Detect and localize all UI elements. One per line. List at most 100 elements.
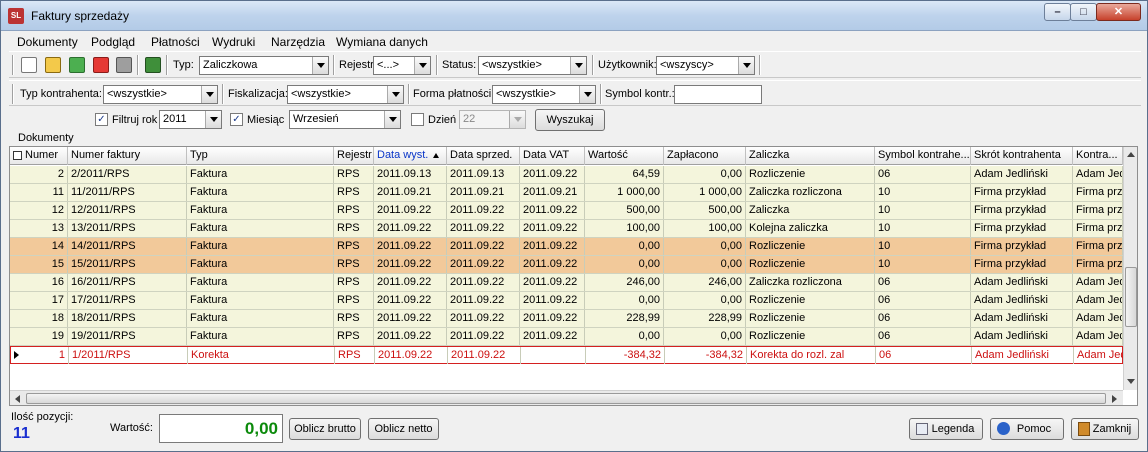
table-row[interactable]: 13 13/2011/RPS Faktura RPS 2011.09.22 2011.09…	[10, 220, 1123, 238]
print-icon[interactable]	[116, 57, 132, 73]
wartosc-label: Wartość:	[110, 422, 153, 434]
scroll-left-icon[interactable]	[15, 395, 20, 403]
legend-icon	[916, 423, 928, 435]
column-header-10[interactable]: Symbol kontrahe...	[875, 147, 971, 165]
table-row[interactable]: 19 19/2011/RPS Faktura RPS 2011.09.22 2011.09…	[10, 328, 1123, 346]
typ-kontrahenta-select[interactable]: <wszystkie>	[103, 85, 218, 104]
toolbar-separator	[592, 55, 594, 75]
miesiac-select[interactable]: Wrzesień	[289, 110, 401, 129]
minimize-button[interactable]: –	[1044, 3, 1071, 21]
scroll-right-icon[interactable]	[1112, 395, 1117, 403]
column-header-1[interactable]: Numer faktury	[68, 147, 187, 165]
scroll-up-icon[interactable]	[1127, 152, 1135, 157]
table-row[interactable]: 2 2/2011/RPS Faktura RPS 2011.09.13 2011.09.1…	[10, 166, 1123, 184]
table-cell: Adam Jed	[1074, 347, 1124, 364]
close-button[interactable]: ✕	[1096, 3, 1141, 21]
oblicz-brutto-button[interactable]: Oblicz brutto	[289, 418, 361, 440]
menu-platnosci[interactable]: Płatności	[151, 35, 200, 49]
table-cell: Faktura	[187, 274, 334, 291]
uzytkownik-select[interactable]: <wszyscy>	[656, 56, 755, 75]
table-row[interactable]: 1 1/2011/RPS Korekta RPS 2011.09.22 2011.09.2…	[10, 346, 1124, 364]
export-icon[interactable]	[145, 57, 161, 73]
table-row[interactable]: 11 11/2011/RPS Faktura RPS 2011.09.21 2011.09…	[10, 184, 1123, 202]
column-header-2[interactable]: Typ	[187, 147, 334, 165]
menu-wymiana-danych[interactable]: Wymiana danych	[336, 35, 428, 49]
table-cell: Firma przy	[1073, 202, 1123, 219]
menu-dokumenty[interactable]: Dokumenty	[17, 35, 78, 49]
toolbar-separator	[759, 55, 761, 75]
menu-wydruki[interactable]: Wydruki	[212, 35, 255, 49]
pomoc-button[interactable]: Pomoc	[990, 418, 1064, 440]
column-header-12[interactable]: Kontra...	[1073, 147, 1123, 165]
status-select-value: <wszystkie>	[482, 59, 542, 71]
table-cell: 06	[875, 292, 971, 309]
delete-icon[interactable]	[93, 57, 109, 73]
column-header-9[interactable]: Zaliczka	[746, 147, 875, 165]
table-cell: 0,00	[664, 328, 746, 345]
table-cell: Adam Jed	[1073, 310, 1123, 327]
table-row[interactable]: 14 14/2011/RPS Faktura RPS 2011.09.22 2011.09…	[10, 238, 1123, 256]
grid-header: Numer Numer faktury Typ Rejestr Data wyst. Da…	[10, 147, 1123, 165]
dzien-select[interactable]: 22	[459, 110, 526, 129]
chevron-down-icon	[509, 111, 525, 128]
table-cell: Rozliczenie	[746, 256, 875, 273]
menu-podglad[interactable]: Podgląd	[91, 35, 135, 49]
table-cell: 19/2011/RPS	[68, 328, 187, 345]
menu-narzedzia[interactable]: Narzędzia	[271, 35, 325, 49]
table-row[interactable]: 16 16/2011/RPS Faktura RPS 2011.09.22 2011.09…	[10, 274, 1123, 292]
sort-asc-icon	[433, 153, 439, 158]
legenda-button[interactable]: Legenda	[909, 418, 983, 440]
add-icon[interactable]	[69, 57, 85, 73]
edit-icon[interactable]	[45, 57, 61, 73]
horizontal-scrollbar[interactable]	[10, 390, 1123, 405]
table-cell: RPS	[334, 166, 374, 183]
filtruj-rok-checkbox[interactable]: ✓	[95, 113, 108, 126]
column-header-6[interactable]: Data VAT	[520, 147, 585, 165]
rok-select-value: 2011	[163, 113, 187, 125]
documents-grid[interactable]: Numer Numer faktury Typ Rejestr Data wyst. Da…	[9, 146, 1138, 406]
table-cell: 15	[10, 256, 68, 273]
forma-platnosci-select[interactable]: <wszystkie>	[492, 85, 596, 104]
rok-select[interactable]: 2011	[159, 110, 222, 129]
zamknij-button[interactable]: Zamknij	[1071, 418, 1139, 440]
rejestr-select-value: <...>	[377, 59, 400, 71]
table-cell: 2011.09.22	[374, 292, 447, 309]
table-cell: RPS	[334, 274, 374, 291]
horizontal-scroll-thumb[interactable]	[26, 393, 1106, 404]
typ-select[interactable]: Zaliczkowa	[199, 56, 329, 75]
table-row[interactable]: 15 15/2011/RPS Faktura RPS 2011.09.22 2011.09…	[10, 256, 1123, 274]
miesiac-label: Miesiąc	[247, 114, 285, 126]
table-cell: 2011.09.22	[520, 274, 585, 291]
table-cell: Adam Jedliński	[971, 328, 1073, 345]
table-row[interactable]: 12 12/2011/RPS Faktura RPS 2011.09.22 2011.09…	[10, 202, 1123, 220]
table-cell: 0,00	[585, 256, 664, 273]
status-select[interactable]: <wszystkie>	[478, 56, 587, 75]
wyszukaj-button[interactable]: Wyszukaj	[535, 109, 605, 131]
fiskalizacja-select[interactable]: <wszystkie>	[287, 85, 404, 104]
oblicz-netto-button[interactable]: Oblicz netto	[368, 418, 439, 440]
table-cell: 10	[875, 202, 971, 219]
scroll-down-icon[interactable]	[1127, 379, 1135, 384]
table-cell: 0,00	[585, 292, 664, 309]
title-bar[interactable]: SL Faktury sprzedaży – □ ✕	[1, 1, 1147, 31]
column-header-3[interactable]: Rejestr	[334, 147, 374, 165]
vertical-scrollbar[interactable]	[1123, 147, 1137, 390]
column-header-8[interactable]: Zapłacono	[664, 147, 746, 165]
table-cell: 2011.09.22	[520, 220, 585, 237]
table-row[interactable]: 17 17/2011/RPS Faktura RPS 2011.09.22 2011.09…	[10, 292, 1123, 310]
vertical-scroll-thumb[interactable]	[1125, 267, 1137, 327]
table-cell: 10	[875, 184, 971, 201]
column-header-11[interactable]: Skrót kontrahenta	[971, 147, 1073, 165]
rejestr-select[interactable]: <...>	[373, 56, 431, 75]
column-chooser-icon[interactable]	[13, 151, 22, 160]
column-header-7[interactable]: Wartość	[585, 147, 664, 165]
miesiac-checkbox[interactable]: ✓	[230, 113, 243, 126]
new-document-icon[interactable]	[21, 57, 37, 73]
maximize-button[interactable]: □	[1070, 3, 1097, 21]
dzien-checkbox[interactable]	[411, 113, 424, 126]
column-header-5[interactable]: Data sprzed.	[447, 147, 520, 165]
legenda-label: Legenda	[931, 423, 975, 435]
table-row[interactable]: 18 18/2011/RPS Faktura RPS 2011.09.22 2011.09…	[10, 310, 1123, 328]
symbol-kontr-input[interactable]	[674, 85, 762, 104]
table-cell: 14/2011/RPS	[68, 238, 187, 255]
